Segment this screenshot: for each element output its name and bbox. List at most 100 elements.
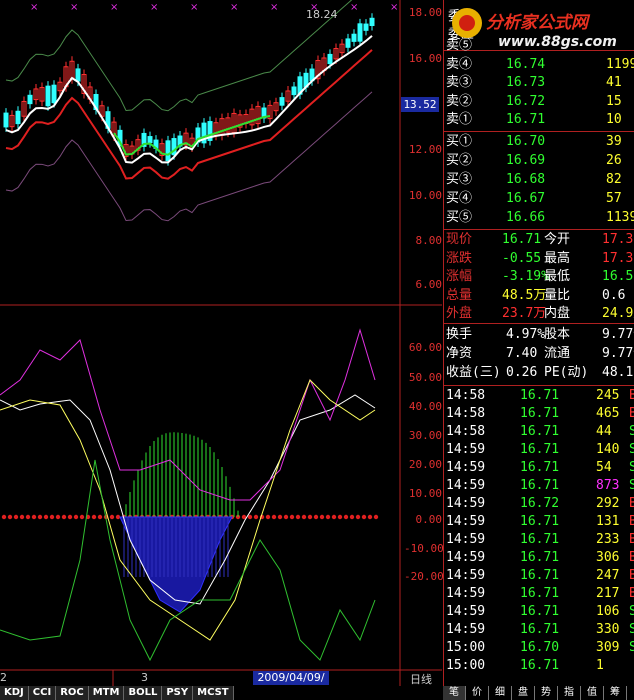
zero-dot [19,514,25,520]
zero-dot [355,514,361,520]
tick-price: 16.70 [520,640,560,655]
tick-row: 14:59 16.71 217 B [444,585,634,603]
tick-time: 14:59 [446,460,486,475]
quote-value: 17.3 [602,232,634,247]
order-price: 16.68 [506,172,546,187]
tick-price: 16.71 [520,586,560,601]
price-axis-label: 18.00 [408,6,442,19]
tick-volume: 140 [596,442,620,457]
right-tabs: 笔价细盘势指值筹 [443,686,634,700]
top-marker: × [110,2,118,13]
chart-area[interactable]: × × × × × × × × × × 18.00 16.00 13.52 12.00 10.00… [0,0,444,700]
tab-mtm[interactable]: MTM [88,686,125,700]
tick-time: 14:59 [446,604,486,619]
zero-dot [277,514,283,520]
quote-label: 量比 [544,287,571,303]
quote-row: 现价 16.71 今开 17.3 [444,231,634,249]
tick-row: 15:00 16.71 1 [444,657,634,675]
zero-dot [253,514,259,520]
zero-dot [73,514,79,520]
candle-body [363,23,369,31]
sell-order-row: 卖① 16.71 10 [444,111,634,129]
zero-dot [67,514,73,520]
sell-order-row: 卖④ 16.74 1199 [444,56,634,74]
tab-cci[interactable]: CCI [28,686,57,700]
tick-time: 14:59 [446,478,486,493]
tick-volume: 309 [596,640,620,655]
tick-time: 14:59 [446,442,486,457]
zero-dot [109,514,115,520]
tick-price: 16.71 [520,568,560,583]
buy-order-row: 买④ 16.67 57 [444,190,634,208]
quote-label: 总量 [446,287,473,303]
fundamental-row: 换手 4.97%股本 9.77亿 [444,326,634,344]
indicator-axis-label: 20.00 [408,458,442,471]
tab-mcst[interactable]: MCST [193,686,234,700]
zero-dot [331,514,337,520]
tick-time: 15:00 [446,640,486,655]
current-price-marker: 13.52 [401,97,439,112]
order-volume: 82 [606,172,622,187]
tick-row: 14:58 16.71 465 B [444,405,634,423]
indicator-axis-label: 30.00 [408,429,442,442]
tab-boll[interactable]: BOLL [124,686,163,700]
quote-row: 涨幅 -3.19% 最低 16.5 [444,268,634,286]
right-tab[interactable]: 筹 [604,686,627,700]
tick-side: B [629,586,634,601]
candle-body [279,97,285,106]
right-tab[interactable]: 指 [558,686,581,700]
quote-label: 外盘 [446,306,473,321]
right-tab[interactable]: 笔 [443,686,466,700]
right-tab[interactable]: 值 [581,686,604,700]
tick-side: B [629,406,634,421]
tick-time: 14:58 [446,424,486,439]
tick-volume: 873 [596,478,620,493]
tab-roc[interactable]: ROC [56,686,89,700]
order-label: 卖① [446,112,473,127]
period-label[interactable]: 日线 [410,671,432,687]
logo-text: 分析家公式网 [486,13,588,33]
tick-price: 16.71 [520,478,560,493]
order-price: 16.70 [506,134,546,149]
zero-dot [43,514,49,520]
tick-price: 16.71 [520,622,560,637]
zero-dot [97,514,103,520]
right-tab[interactable]: 细 [489,686,512,700]
fund-label: 净资 [446,346,473,361]
candle-body [15,110,21,125]
tick-price: 16.71 [520,442,560,457]
top-marker: × [70,2,78,13]
tick-row: 14:59 16.71 54 S [444,459,634,477]
tick-side: B [629,568,634,583]
tick-price: 16.71 [520,532,560,547]
order-volume: 15 [606,93,622,109]
top-marker: × [230,2,238,13]
tab-kdj[interactable]: KDJ [0,686,29,700]
candle-body [327,53,333,65]
tick-row: 14:59 16.71 873 S [444,477,634,495]
indicator-axis-label: -10.00 [404,542,444,555]
quote-value: 17.3 [602,250,634,266]
tick-price: 16.71 [520,514,560,529]
tick-volume: 1 [596,658,604,673]
fund-label: 换手 [446,327,473,342]
order-volume: 1139 [606,210,634,225]
tick-price: 16.71 [520,406,560,421]
tick-price: 16.72 [520,496,560,511]
right-tab[interactable]: 盘 [512,686,535,700]
tick-time: 14:59 [446,568,486,583]
right-tab[interactable]: 势 [535,686,558,700]
tick-volume: 54 [596,460,612,475]
top-marker: × [270,2,278,13]
right-tab[interactable]: 价 [466,686,489,700]
tick-row: 14:59 16.72 292 B [444,495,634,513]
price-axis-label: 10.00 [408,189,442,202]
tab-psy[interactable]: PSY [162,686,194,700]
tick-row: 15:00 16.70 309 S [444,639,634,657]
quote-label: 涨跌 [446,250,473,266]
x-axis-label: 2 [0,671,7,684]
chart-svg[interactable]: × × × × × × × × × × [0,0,442,700]
quote-row: 总量 48.5万 量比 0.6 [444,287,634,305]
order-label: 买④ [446,191,473,206]
buy-order-row: 买① 16.70 39 [444,133,634,151]
